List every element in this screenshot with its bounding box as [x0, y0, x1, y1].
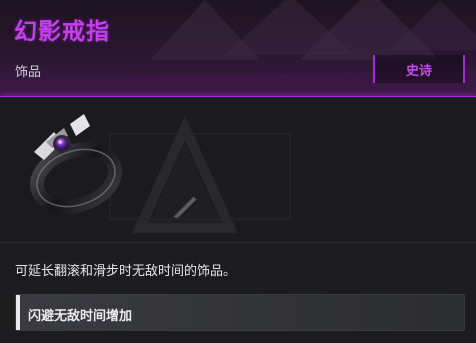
- header-divider: [0, 96, 476, 97]
- item-description: 可延长翻滚和滑步时无敌时间的饰品。: [15, 264, 237, 279]
- item-category: 饰品: [15, 65, 42, 80]
- ring-icon: [30, 114, 122, 214]
- effect-accent-bar: [16, 295, 20, 330]
- item-title: 幻影戒指: [14, 19, 110, 45]
- effect-row: 闪避无敌时间增加: [15, 294, 465, 331]
- item-detail-card: 幻影戒指 饰品 史诗 可延长翻滚和滑步时无敌时间的饰品。 闪避无敌时间增加: [0, 0, 476, 343]
- item-preview-area: [0, 98, 476, 242]
- rarity-badge: 史诗: [373, 55, 465, 83]
- section-divider: [0, 242, 476, 243]
- item-header: 幻影戒指 饰品 史诗: [0, 0, 476, 97]
- effect-label: 闪避无敌时间增加: [28, 309, 133, 324]
